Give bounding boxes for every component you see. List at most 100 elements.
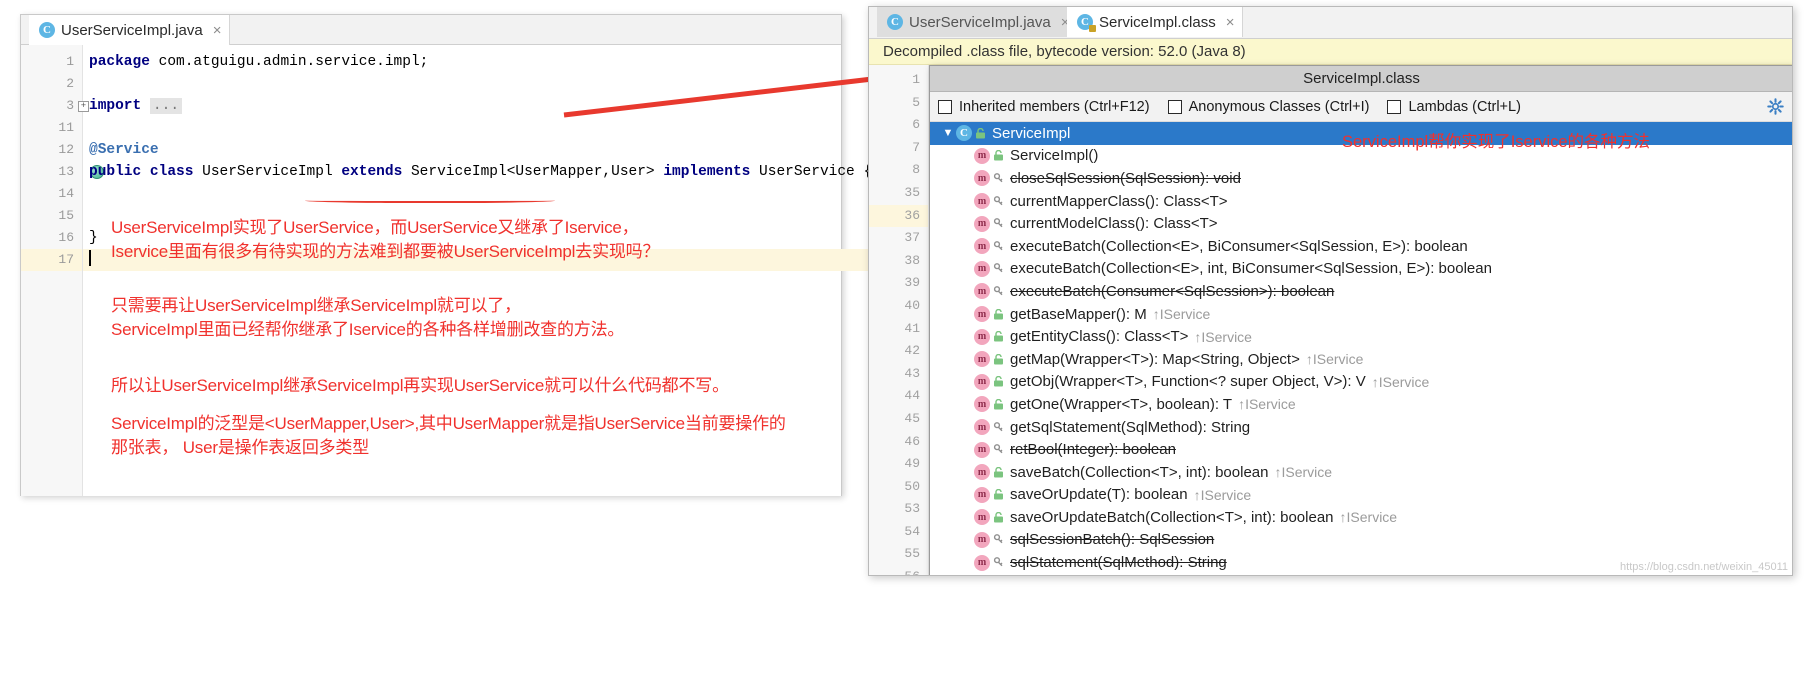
member-row[interactable]: m executeBatch(Consumer<SqlSession>): bo… xyxy=(930,280,1792,303)
visibility-public-icon xyxy=(990,376,1006,387)
method-icon: m xyxy=(974,441,990,458)
visibility-protected-icon xyxy=(990,421,1006,433)
member-list[interactable]: ▼ C ServiceImpl m ServiceImpl() m closeS… xyxy=(930,122,1792,575)
member-row[interactable]: m updateBatchById(Collection<T>, int): b… xyxy=(930,574,1792,575)
member-row[interactable]: m currentMapperClass(): Class<T> xyxy=(930,190,1792,213)
keyword-implements: implements xyxy=(663,164,751,180)
method-icon: m xyxy=(974,328,990,345)
annotation-note-7: 那张表， User是操作表返回多类型 xyxy=(111,438,370,457)
structure-popup: ServiceImpl.class Inherited members (Ctr… xyxy=(929,65,1792,575)
member-owner: ↑IService xyxy=(1152,306,1211,323)
close-icon[interactable]: × xyxy=(213,22,222,39)
annotation-note-3: 只需要再让UserServiceImpl继承ServiceImpl就可以了， xyxy=(111,296,521,315)
popup-filter-bar: Inherited members (Ctrl+F12) Anonymous C… xyxy=(930,92,1792,122)
java-class-icon: C xyxy=(39,22,55,38)
checkbox-lambdas[interactable] xyxy=(1387,99,1402,114)
method-icon: m xyxy=(974,283,990,300)
method-icon: m xyxy=(974,509,990,526)
member-row[interactable]: m currentModelClass(): Class<T> xyxy=(930,212,1792,235)
member-label: sqlStatement(SqlMethod): String xyxy=(1010,554,1227,572)
left-code-area[interactable]: package com.atguigu.admin.service.impl; … xyxy=(83,45,873,496)
method-icon: m xyxy=(974,464,990,481)
line-number: 2 xyxy=(66,76,74,91)
line-number: 11 xyxy=(58,120,74,135)
member-label: sqlSessionBatch(): SqlSession xyxy=(1010,531,1215,549)
checkbox-inherited-members[interactable] xyxy=(938,99,952,114)
member-label: getSqlStatement(SqlMethod): String xyxy=(1010,418,1251,436)
member-label: getMap(Wrapper<T>): Map<String, Object> xyxy=(1010,350,1300,368)
line-number: 49 xyxy=(904,456,920,472)
line-number: 38 xyxy=(904,252,920,268)
member-row[interactable]: m getSqlStatement(SqlMethod): String xyxy=(930,416,1792,439)
popup-title: ServiceImpl.class xyxy=(1303,70,1420,87)
visibility-protected-icon xyxy=(990,444,1006,455)
method-icon: m xyxy=(974,238,990,255)
folded-imports[interactable]: ... xyxy=(149,98,183,114)
line-number-text: 36 xyxy=(904,207,920,223)
member-row[interactable]: m getBaseMapper(): M ↑IService xyxy=(930,303,1792,326)
chevron-down-icon[interactable]: ▼ xyxy=(940,127,956,139)
tab-userserviceimpl-java-right[interactable]: C UserServiceImpl.java × xyxy=(877,7,1079,37)
method-icon: m xyxy=(974,531,990,548)
watermark: https://blog.csdn.net/weixin_45011 xyxy=(1620,561,1788,573)
member-label: executeBatch(Collection<E>, BiConsumer<S… xyxy=(1010,237,1468,255)
filter-lambdas[interactable]: Lambdas (Ctrl+L) xyxy=(1387,99,1521,115)
member-label: closeSqlSession(SqlSession): void xyxy=(1010,169,1241,187)
tab-label: ServiceImpl.class xyxy=(1099,13,1216,31)
popup-title-bar: ServiceImpl.class xyxy=(930,66,1792,92)
tab-serviceimpl-class[interactable]: C ServiceImpl.class × xyxy=(1067,7,1244,37)
left-editor-window: C UserServiceImpl.java × 1 2 3 + 11 12 1… xyxy=(20,14,873,496)
member-row[interactable]: m getOne(Wrapper<T>, boolean): T ↑IServi… xyxy=(930,393,1792,416)
member-row[interactable]: m executeBatch(Collection<E>, int, BiCon… xyxy=(930,258,1792,281)
class-icon: C xyxy=(956,125,972,142)
member-label: saveBatch(Collection<T>, int): boolean xyxy=(1010,463,1269,481)
member-owner: ↑IService xyxy=(1274,464,1333,481)
visibility-protected-icon xyxy=(990,534,1006,545)
annotation-note-6: ServiceImpl的泛型是<UserMapper,User>,其中UserM… xyxy=(111,414,786,433)
member-label: currentModelClass(): Class<T> xyxy=(1010,215,1218,233)
line-number: 17 xyxy=(21,249,82,271)
tab-label: UserServiceImpl.java xyxy=(909,13,1051,31)
member-row[interactable]: m sqlSessionBatch(): SqlSession xyxy=(930,529,1792,552)
decompiled-banner-text: Decompiled .class file, bytecode version… xyxy=(883,43,1246,60)
visibility-public-icon xyxy=(990,353,1006,365)
tab-userserviceimpl-java[interactable]: C UserServiceImpl.java × xyxy=(29,15,231,45)
filter-inherited-members[interactable]: Inherited members (Ctrl+F12) xyxy=(938,99,1150,115)
code-line-12: @Service xyxy=(83,139,872,161)
right-annotation-note: ServiceImpl帮你实现了Iservice的各种方法 xyxy=(1342,133,1651,151)
checkbox-anonymous-classes[interactable] xyxy=(1167,99,1182,114)
java-class-locked-icon: C xyxy=(1077,14,1096,32)
visibility-protected-icon xyxy=(990,263,1006,274)
member-row[interactable]: m closeSqlSession(SqlSession): void xyxy=(930,167,1792,190)
member-row[interactable]: m saveOrUpdate(T): boolean ↑IService xyxy=(930,484,1792,507)
code-line-1: package com.atguigu.admin.service.impl; xyxy=(83,51,872,73)
text-caret xyxy=(89,250,91,266)
member-owner: ↑IService xyxy=(1238,396,1296,413)
visibility-protected-icon xyxy=(990,286,1006,297)
member-row[interactable]: m saveBatch(Collection<T>, int): boolean… xyxy=(930,461,1792,484)
member-row[interactable]: m saveOrUpdateBatch(Collection<T>, int):… xyxy=(930,506,1792,529)
filter-label: Inherited members (Ctrl+F12) xyxy=(959,98,1150,115)
member-row[interactable]: m executeBatch(Collection<E>, BiConsumer… xyxy=(930,235,1792,258)
close-icon[interactable]: × xyxy=(1226,14,1235,31)
member-label: ServiceImpl xyxy=(992,124,1071,142)
code-line-13: public class UserServiceImpl extends Ser… xyxy=(83,161,872,183)
member-row[interactable]: m retBool(Integer): boolean xyxy=(930,438,1792,461)
line-number: 16 xyxy=(58,230,74,245)
line-number: 14 xyxy=(58,186,74,201)
member-row[interactable]: m getObj(Wrapper<T>, Function<? super Ob… xyxy=(930,371,1792,394)
line-number: 40 xyxy=(904,297,920,313)
line-number-text: 50 xyxy=(904,478,920,494)
method-icon: m xyxy=(974,170,990,187)
member-owner: ↑IService xyxy=(1305,351,1364,368)
gear-icon[interactable] xyxy=(1767,98,1784,115)
member-row[interactable]: m getMap(Wrapper<T>): Map<String, Object… xyxy=(930,348,1792,371)
extends-underline xyxy=(305,197,555,203)
member-label: getObj(Wrapper<T>, Function<? super Obje… xyxy=(1010,373,1366,391)
tab-label: UserServiceImpl.java xyxy=(61,21,203,39)
filter-anonymous-classes[interactable]: Anonymous Classes (Ctrl+I) xyxy=(1167,99,1369,115)
member-row[interactable]: m getEntityClass(): Class<T> ↑IService xyxy=(930,325,1792,348)
member-label: getOne(Wrapper<T>, boolean): T xyxy=(1010,395,1233,413)
line-number: 7 xyxy=(912,139,920,155)
